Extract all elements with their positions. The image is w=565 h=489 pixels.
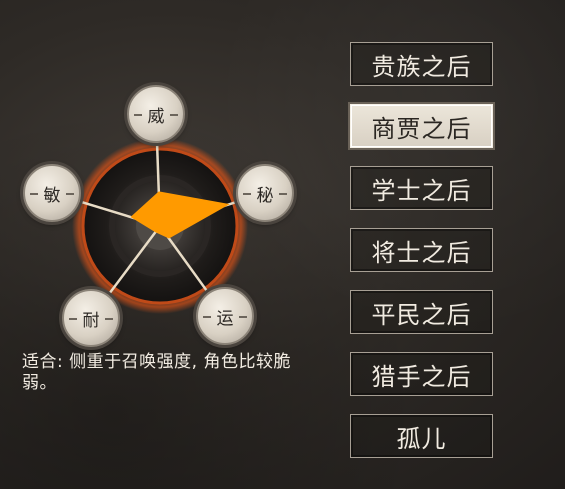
- background-option-button[interactable]: 将士之后: [350, 228, 493, 272]
- stat-node-mi: 秘: [236, 164, 294, 222]
- background-option-button[interactable]: 学士之后: [350, 166, 493, 210]
- background-option-button[interactable]: 商贾之后: [350, 104, 493, 148]
- background-option-button[interactable]: 猎手之后: [350, 352, 493, 396]
- stat-node-nai: 耐: [62, 289, 120, 347]
- background-option-button[interactable]: 贵族之后: [350, 42, 493, 86]
- stat-node-min: 敏: [23, 164, 81, 222]
- background-option-button[interactable]: 平民之后: [350, 290, 493, 334]
- background-choice-list: 贵族之后商贾之后学士之后将士之后平民之后猎手之后孤儿: [350, 42, 493, 476]
- stat-node-wei: 威: [127, 85, 185, 143]
- stat-node-yun: 运: [196, 287, 254, 345]
- background-description: 适合: 侧重于召唤强度, 角色比较脆弱。: [22, 352, 291, 393]
- background-option-button[interactable]: 孤儿: [350, 414, 493, 458]
